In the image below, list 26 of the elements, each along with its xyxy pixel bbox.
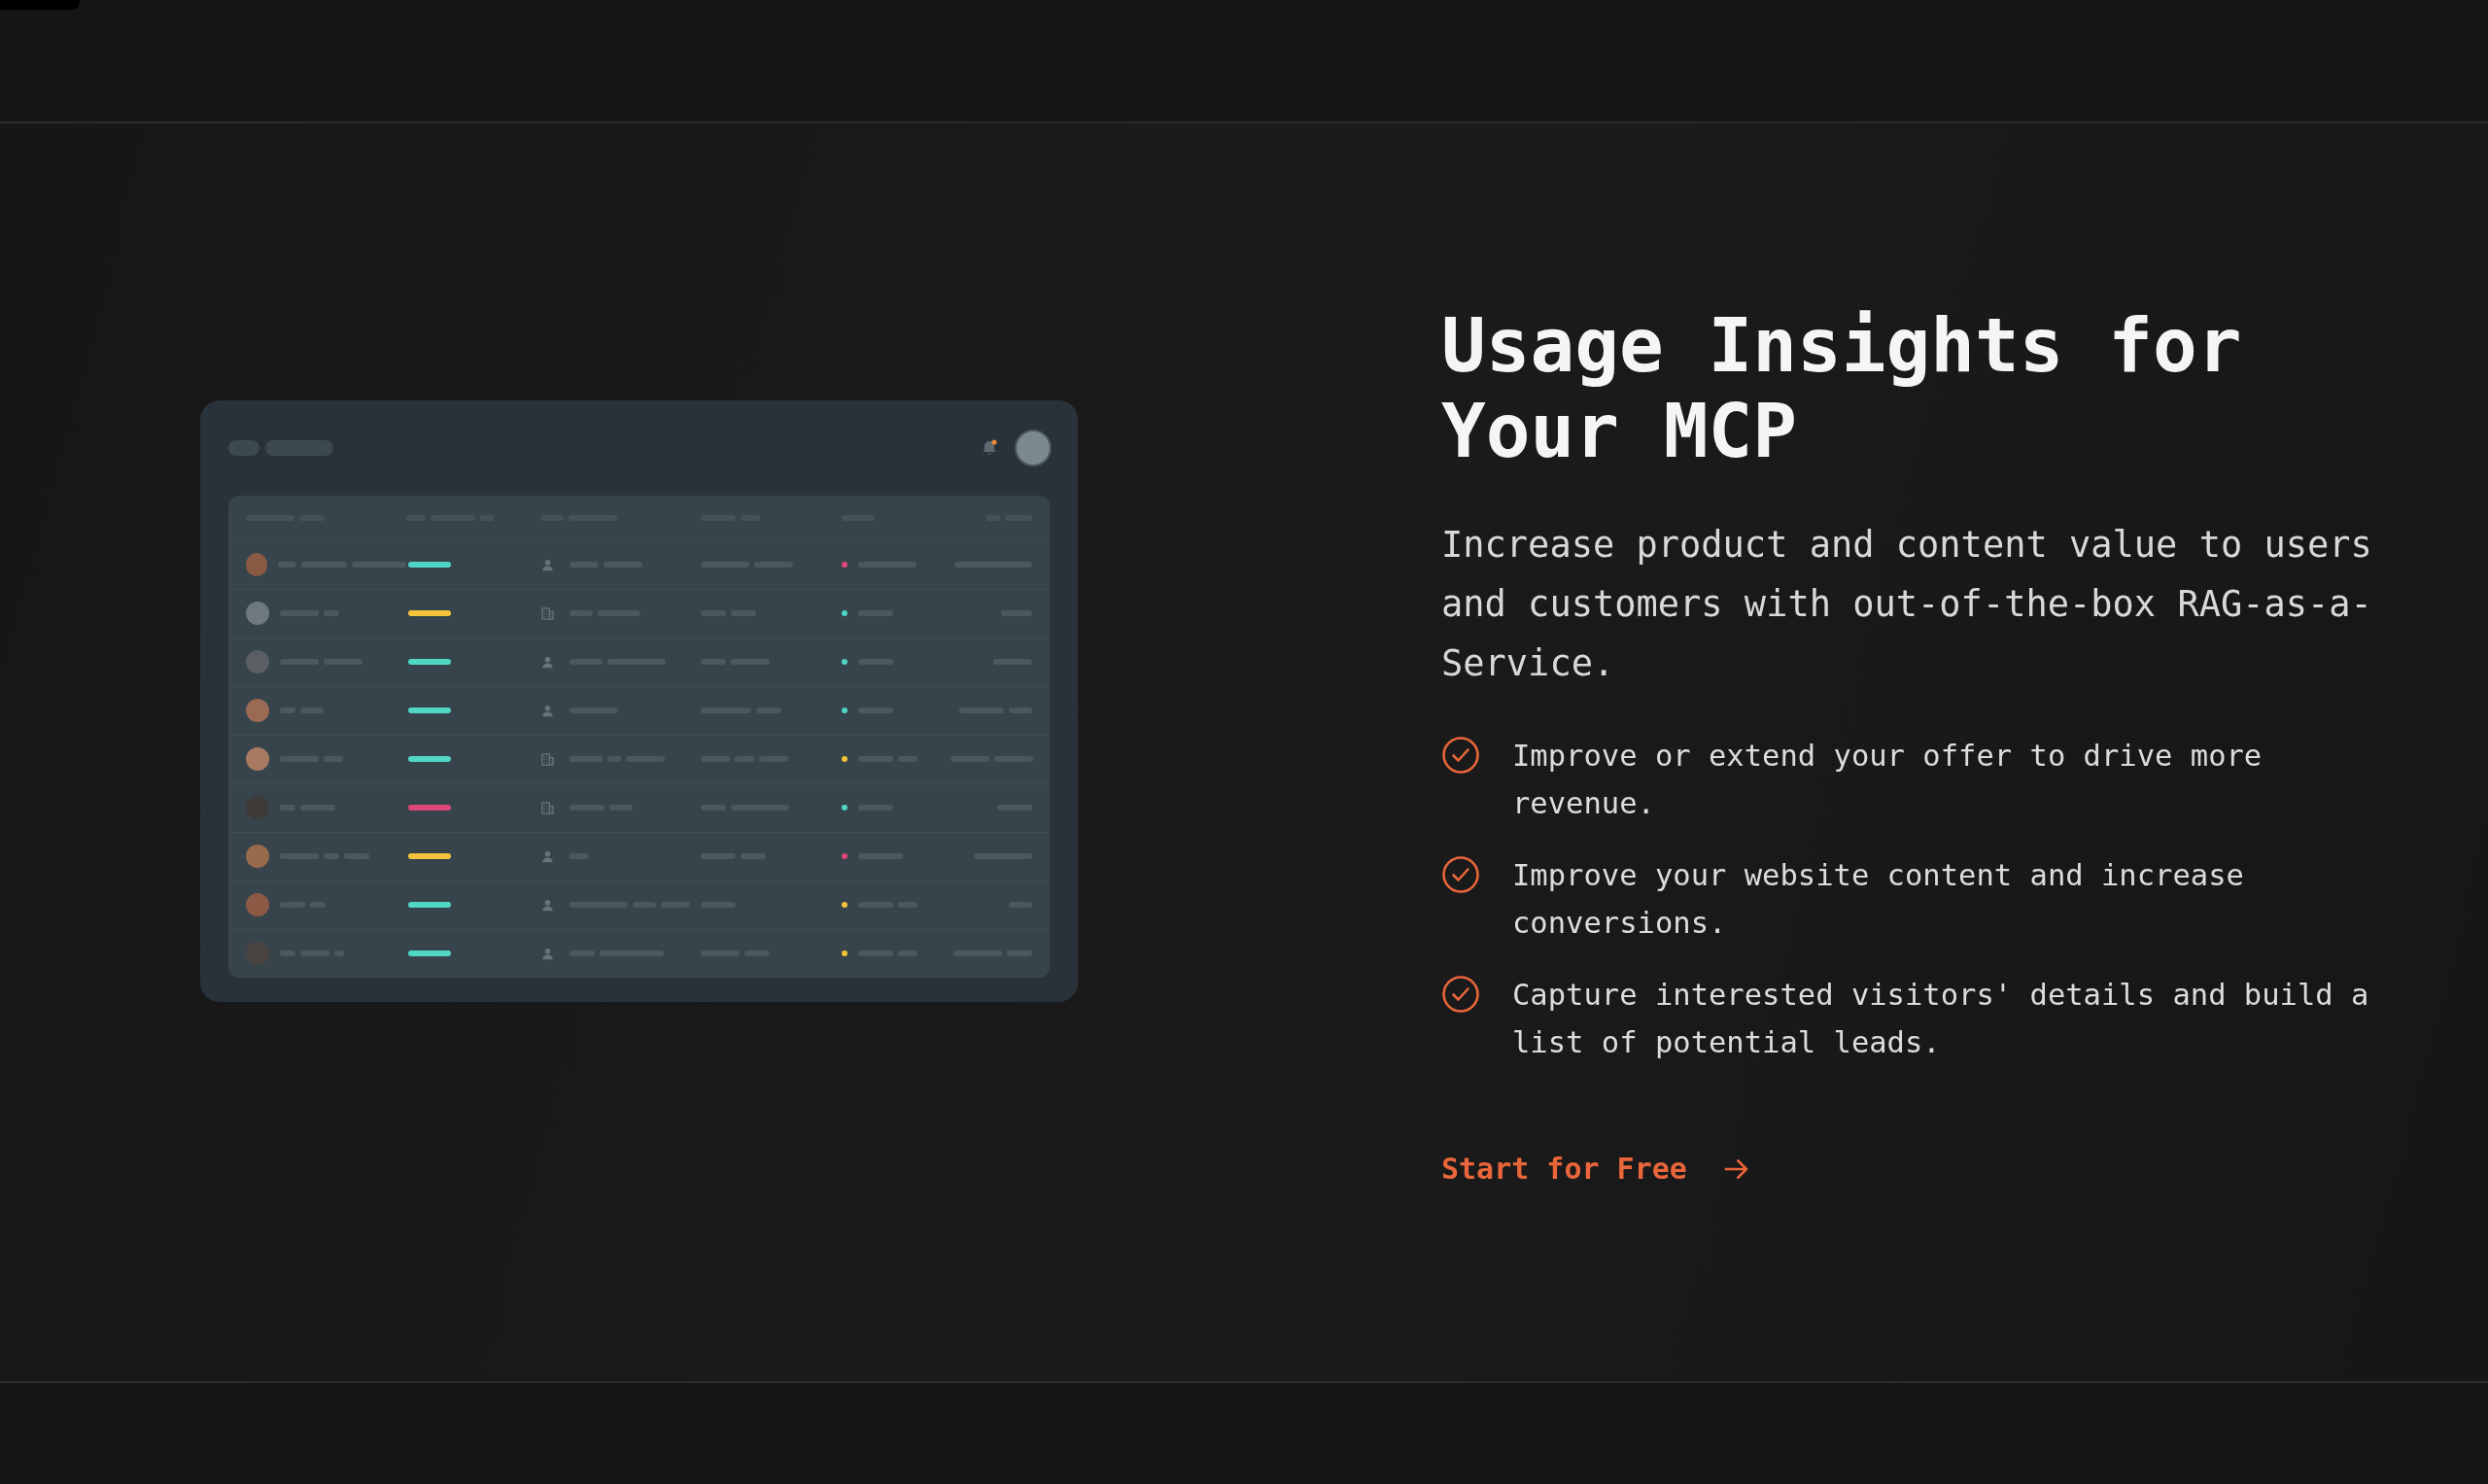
avatar-circle xyxy=(246,893,269,916)
check-circle-icon xyxy=(1441,736,1480,775)
section-heading: Usage Insights for Your MCP xyxy=(1441,303,2243,474)
person-icon xyxy=(540,703,555,718)
person-icon xyxy=(540,848,555,864)
avatar-circle xyxy=(246,553,268,576)
building-icon xyxy=(540,751,555,767)
person-icon xyxy=(540,897,555,913)
avatar-circle xyxy=(246,845,269,868)
intro-paragraph: Increase product and content value to users and customers with out-of-the-box RAG-as-a-Service. xyxy=(1441,523,2373,686)
benefit-text: Improve or extend your offer to drive more revenue. xyxy=(1512,738,2263,822)
person-icon xyxy=(540,946,555,961)
check-circle-icon xyxy=(1441,975,1480,1014)
person-icon xyxy=(540,557,555,572)
person-icon xyxy=(540,654,555,670)
benefit-text: Improve your website content and increase conversions. xyxy=(1512,857,2245,942)
building-icon xyxy=(540,605,555,621)
avatar-circle xyxy=(246,650,269,673)
check-circle-icon xyxy=(1441,855,1480,894)
avatar-circle xyxy=(1015,429,1052,466)
avatar-circle xyxy=(246,602,269,625)
benefit-text: Capture interested visitors' details and build a list of potential leads. xyxy=(1512,977,2370,1061)
start-free-link[interactable]: Start for Free xyxy=(1441,1152,1751,1186)
avatar-circle xyxy=(246,699,269,722)
avatar-circle xyxy=(246,747,269,771)
building-icon xyxy=(540,800,555,815)
